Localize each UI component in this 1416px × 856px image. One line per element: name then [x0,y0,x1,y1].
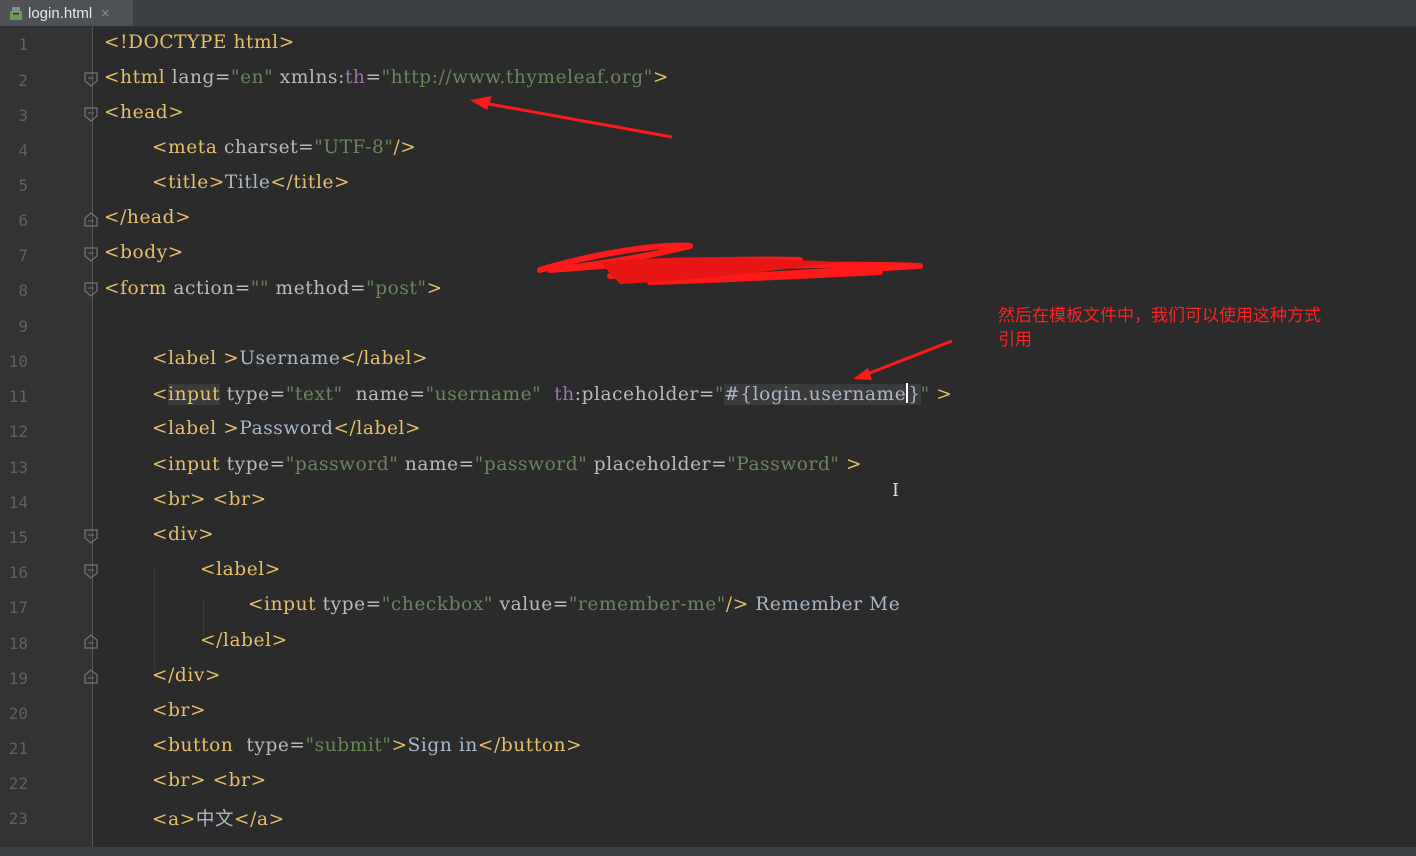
annotation-note: 然后在模板文件中，我们可以使用这种方式 引用 [998,304,1390,352]
red-arrow-to-placeholder [853,339,953,380]
annotation-line-1: 然后在模板文件中，我们可以使用这种方式 [998,306,1321,326]
status-strip [0,847,1416,856]
text-cursor-icon: I [892,480,900,501]
annotation-overlay [470,96,953,380]
red-arrow-to-xmlns [470,96,673,139]
red-scribble-redaction [537,242,923,285]
annotation-line-2: 引用 [998,330,1032,350]
